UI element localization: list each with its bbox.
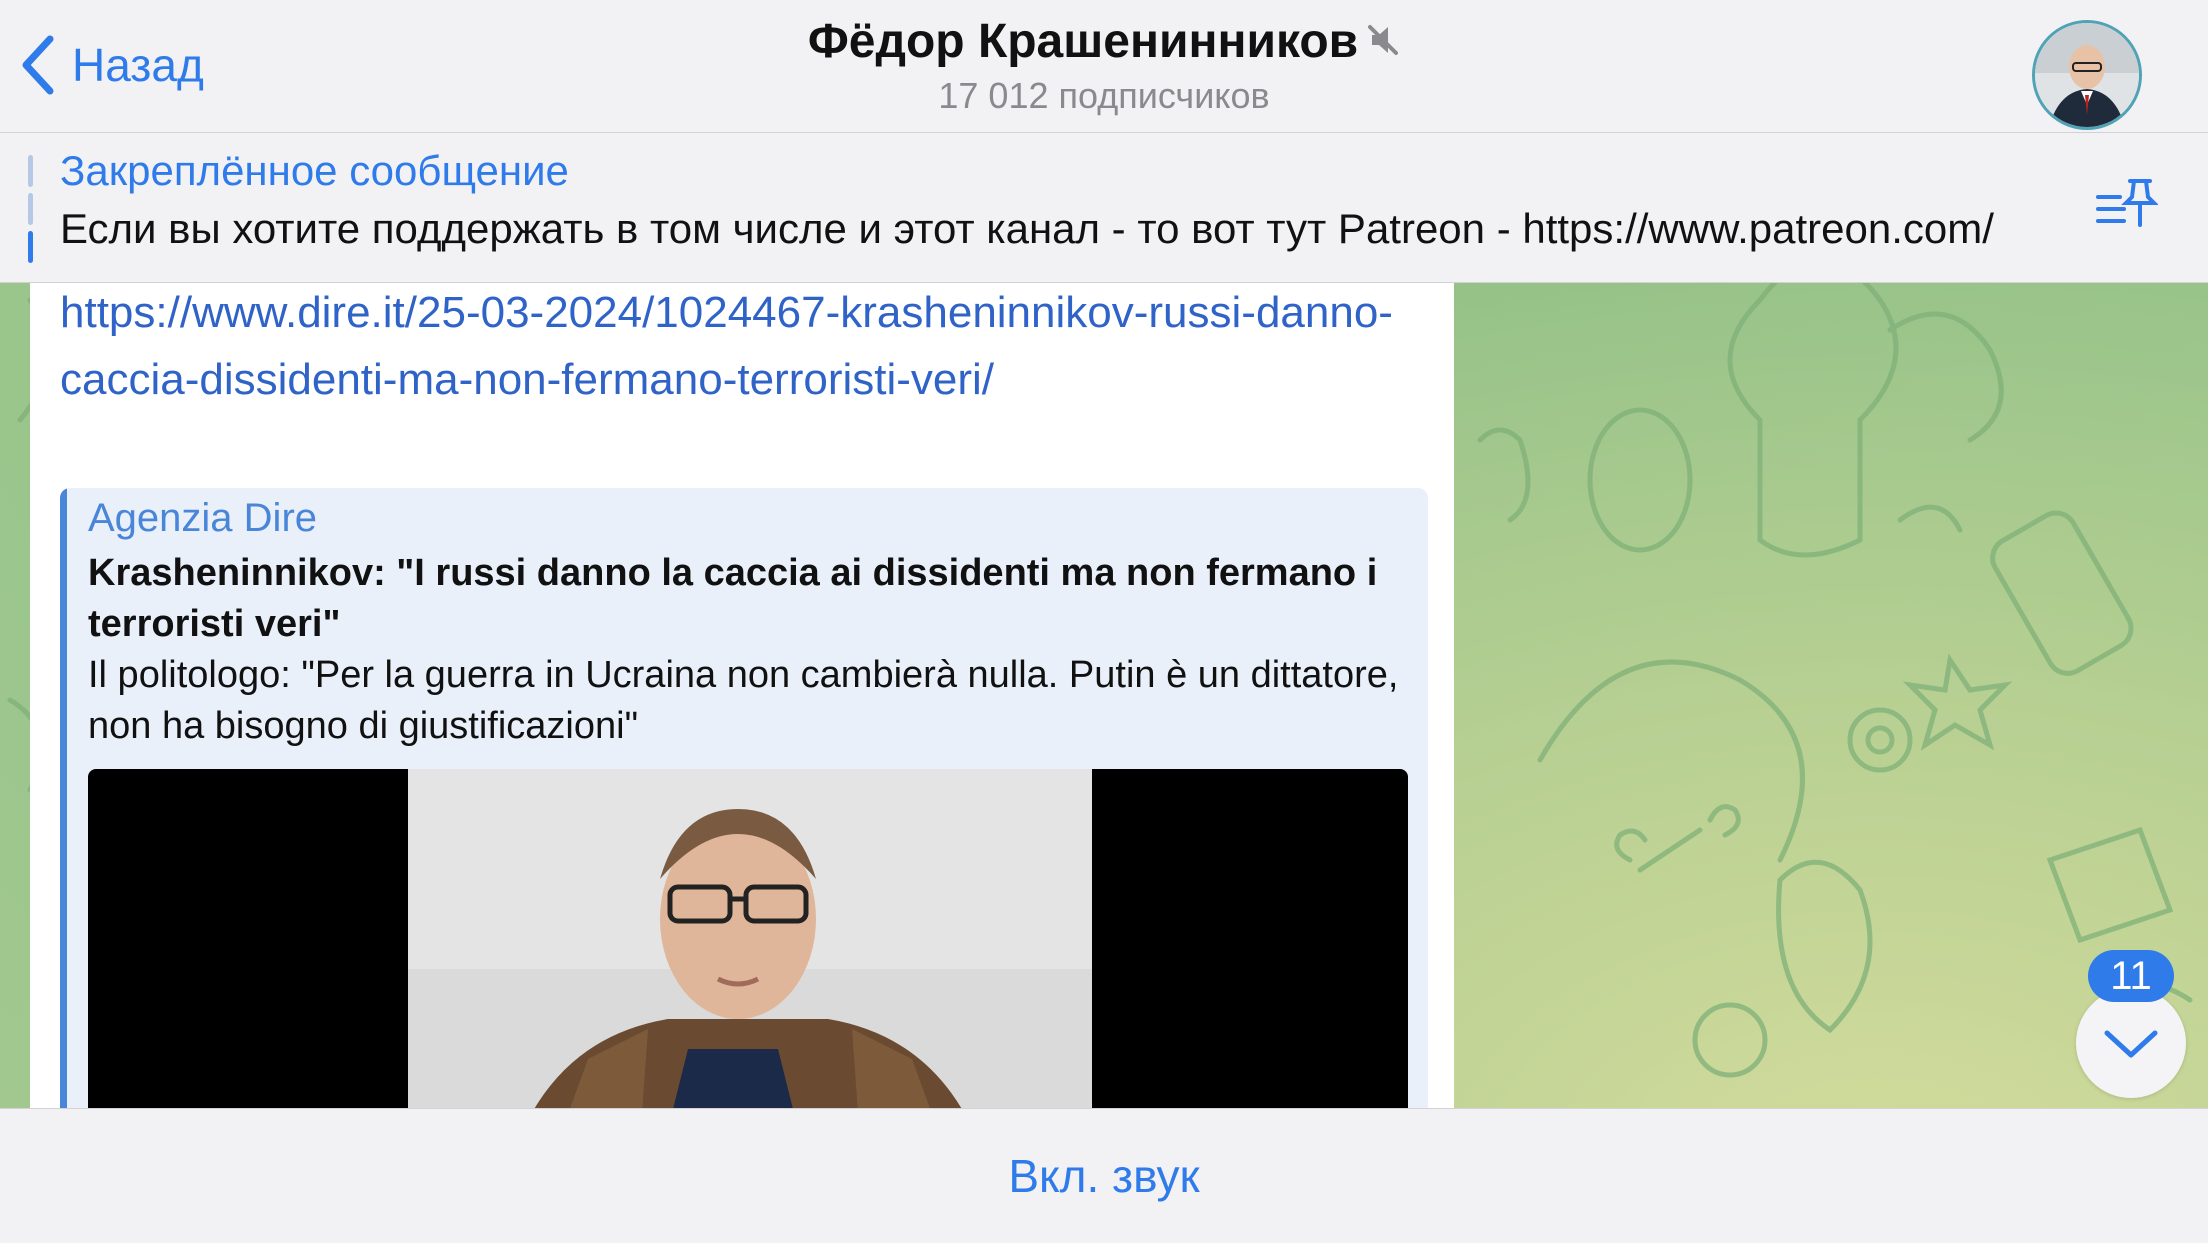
channel-info[interactable]: Фёдор Крашенинников 17 012 подписчиков — [0, 14, 2208, 117]
message-bubble: https://www.dire.it/25-03-2024/1024467-k… — [30, 283, 1454, 1108]
chat-header: Назад Фёдор Крашенинников 17 012 подписч… — [0, 0, 2208, 133]
preview-image[interactable] — [88, 769, 1408, 1108]
preview-title: Krasheninnikov: "I russi danno la caccia… — [88, 552, 1378, 645]
pinned-indicator — [28, 155, 33, 263]
message-link[interactable]: https://www.dire.it/25-03-2024/1024467-k… — [60, 283, 1440, 413]
bottom-bar: Вкл. звук — [0, 1108, 2208, 1243]
pinned-message[interactable]: Закреплённое сообщение Если вы хотите по… — [0, 133, 2208, 283]
avatar[interactable] — [2032, 20, 2142, 130]
link-preview[interactable]: Agenzia Dire Krasheninnikov: "I russi da… — [60, 488, 1428, 1108]
channel-name: Фёдор Крашенинников — [807, 15, 1359, 68]
preview-site-name: Agenzia Dire — [88, 496, 318, 540]
muted-speaker-icon — [1366, 14, 1400, 69]
unread-count-badge: 11 — [2088, 950, 2174, 1002]
unmute-button[interactable]: Вкл. звук — [0, 1149, 2208, 1203]
pin-list-icon[interactable] — [2094, 173, 2159, 238]
pinned-title: Закреплённое сообщение — [60, 147, 569, 194]
pinned-text: Если вы хотите поддержать в том числе и … — [60, 205, 1994, 252]
preview-description: Il politologo: "Per la guerra in Ucraina… — [88, 654, 1399, 747]
preview-accent-bar — [60, 488, 67, 1108]
subscriber-count: 17 012 подписчиков — [938, 75, 1270, 116]
scroll-down-button[interactable] — [2076, 988, 2186, 1098]
preview-photo — [408, 769, 1092, 1108]
chevron-down-icon — [2104, 1030, 2158, 1058]
